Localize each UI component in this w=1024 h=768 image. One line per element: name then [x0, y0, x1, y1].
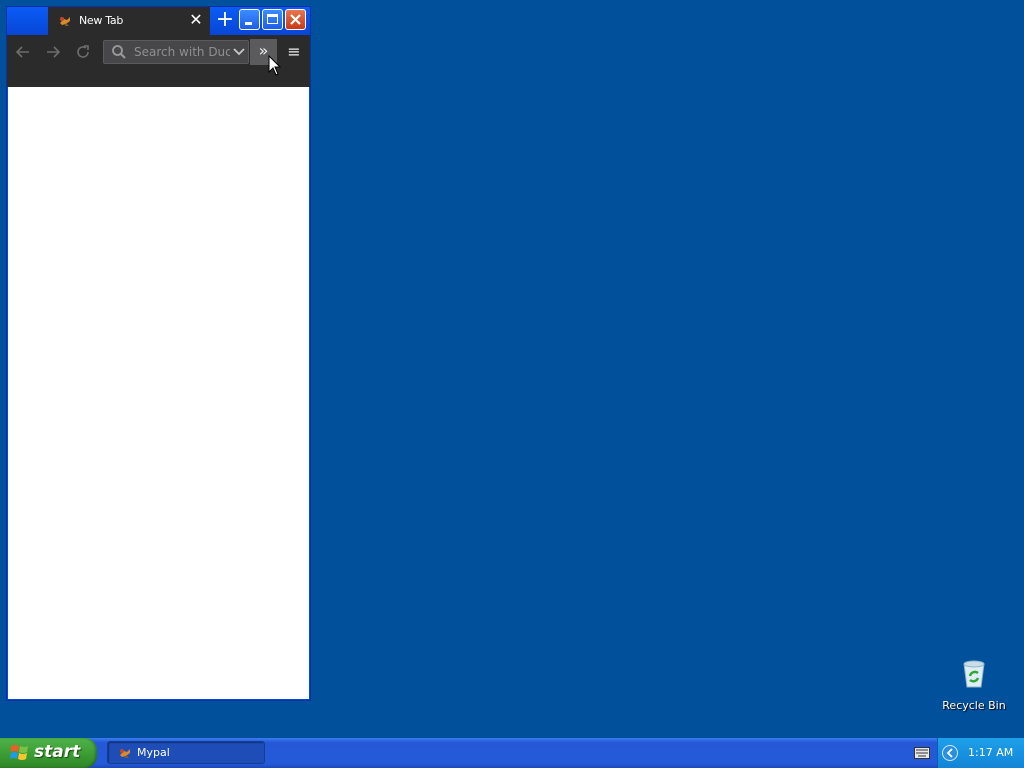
show-hidden-icons-icon[interactable] [942, 745, 958, 761]
forward-arrow-icon [47, 46, 61, 58]
start-button[interactable]: start [0, 738, 97, 768]
back-arrow-icon [15, 46, 29, 58]
close-tab-icon[interactable]: ✕ [188, 12, 204, 28]
mouse-cursor-icon [268, 55, 282, 76]
search-input[interactable] [134, 43, 230, 61]
windows-flag-icon [10, 745, 28, 760]
reload-icon [77, 45, 89, 58]
chevron-down-icon[interactable] [232, 45, 246, 59]
title-bar[interactable]: New Tab ✕ + [7, 7, 310, 35]
forward-button[interactable] [41, 41, 65, 63]
taskbar: start Mypal 1:17 AM [0, 738, 1024, 768]
mypal-icon [120, 749, 130, 758]
taskbar-item-mypal[interactable]: Mypal [107, 741, 265, 764]
back-button[interactable] [11, 41, 35, 63]
clock[interactable]: 1:17 AM [968, 746, 1013, 759]
page-content[interactable] [8, 87, 309, 699]
close-icon [290, 14, 301, 25]
search-box[interactable] [103, 40, 249, 64]
close-window-button[interactable] [285, 9, 306, 30]
recycle-bin-label: Recycle Bin [942, 699, 1006, 712]
system-tray: 1:17 AM [937, 738, 1024, 768]
mypal-icon [60, 17, 70, 26]
browser-window[interactable]: New Tab ✕ + Search with DuckDuckGo » ≡ [6, 6, 311, 701]
maximize-button[interactable] [262, 9, 283, 30]
tab-new-tab[interactable]: New Tab ✕ [48, 7, 210, 35]
keyboard-icon[interactable] [914, 747, 930, 759]
recycle-bin[interactable]: Recycle Bin [940, 656, 1008, 712]
new-tab-button[interactable]: + [213, 9, 237, 33]
tab-title: New Tab [79, 14, 124, 27]
start-label: start [34, 742, 81, 762]
taskbar-item-label: Mypal [137, 746, 170, 759]
nav-toolbar: » ≡ [7, 35, 310, 87]
minimize-button[interactable] [239, 9, 260, 30]
hamburger-menu-icon[interactable]: ≡ [283, 41, 305, 63]
reload-button[interactable] [71, 41, 95, 63]
search-icon [112, 45, 126, 59]
recycle-bin-icon [963, 660, 985, 688]
